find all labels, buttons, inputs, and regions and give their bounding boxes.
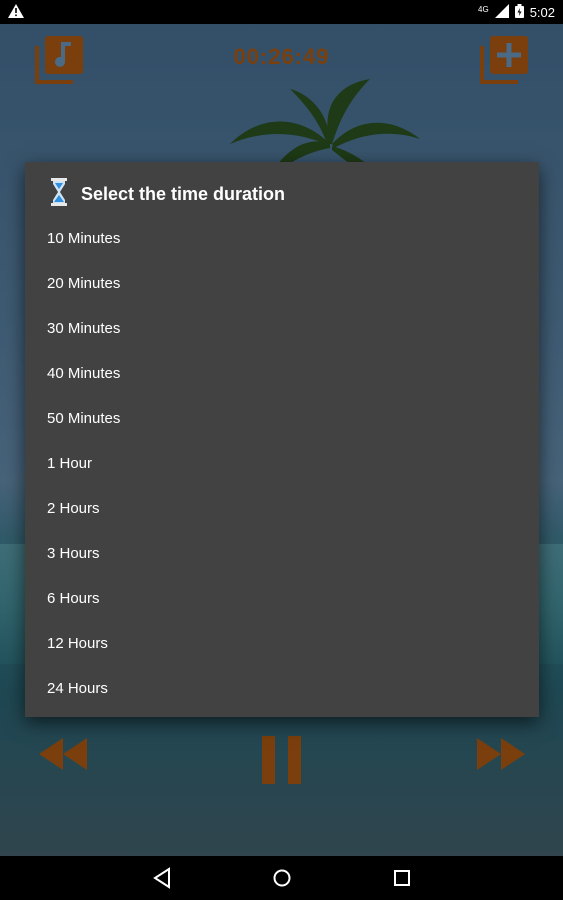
time-duration-dialog: Select the time duration 10 Minutes 20 M… (25, 162, 539, 717)
add-playlist-icon[interactable] (478, 34, 530, 86)
home-icon[interactable] (272, 867, 292, 894)
pause-button[interactable] (260, 736, 304, 789)
dialog-header: Select the time duration (49, 177, 286, 211)
warning-icon (8, 4, 24, 21)
navigation-bar (0, 856, 563, 900)
rewind-button[interactable] (37, 736, 89, 777)
duration-option[interactable]: 50 Minutes (25, 396, 539, 441)
clock: 5:02 (529, 5, 555, 20)
back-icon[interactable] (152, 867, 172, 894)
signal-icon (494, 4, 509, 21)
duration-option[interactable]: 12 Hours (25, 621, 539, 666)
network-type: 4G (478, 4, 489, 14)
dialog-title: Select the time duration (81, 183, 286, 204)
hourglass-icon (49, 177, 69, 211)
duration-option[interactable]: 2 Hours (25, 486, 539, 531)
recents-icon[interactable] (392, 867, 412, 894)
duration-option[interactable]: 40 Minutes (25, 351, 539, 396)
battery-icon (514, 4, 524, 21)
duration-option[interactable]: 24 Hours (25, 666, 539, 711)
duration-option[interactable]: 20 Minutes (25, 261, 539, 306)
duration-option[interactable]: 3 Hours (25, 531, 539, 576)
duration-option[interactable]: 10 Minutes (25, 216, 539, 261)
duration-option[interactable]: 1 Hour (25, 441, 539, 486)
duration-option[interactable]: 6 Hours (25, 576, 539, 621)
duration-option[interactable]: 30 Minutes (25, 306, 539, 351)
fast-forward-button[interactable] (475, 736, 527, 777)
duration-options-list: 10 Minutes 20 Minutes 30 Minutes 40 Minu… (25, 216, 539, 711)
status-bar: 4G 5:02 (0, 0, 563, 24)
